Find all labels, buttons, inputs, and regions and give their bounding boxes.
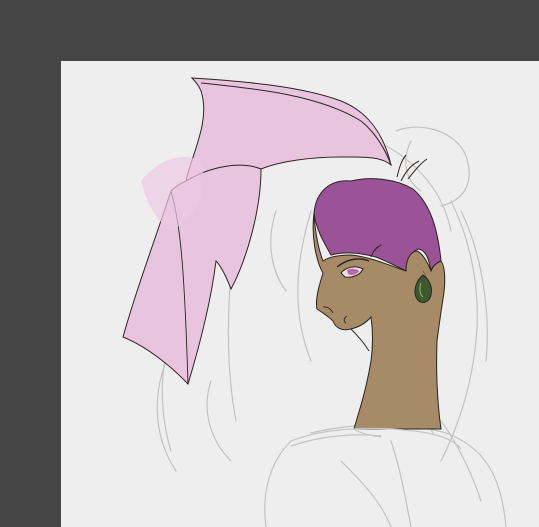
illustration	[122, 77, 507, 527]
canvas-paper[interactable]	[61, 61, 539, 527]
hair	[313, 154, 442, 273]
drawing-workspace[interactable]	[0, 0, 539, 527]
